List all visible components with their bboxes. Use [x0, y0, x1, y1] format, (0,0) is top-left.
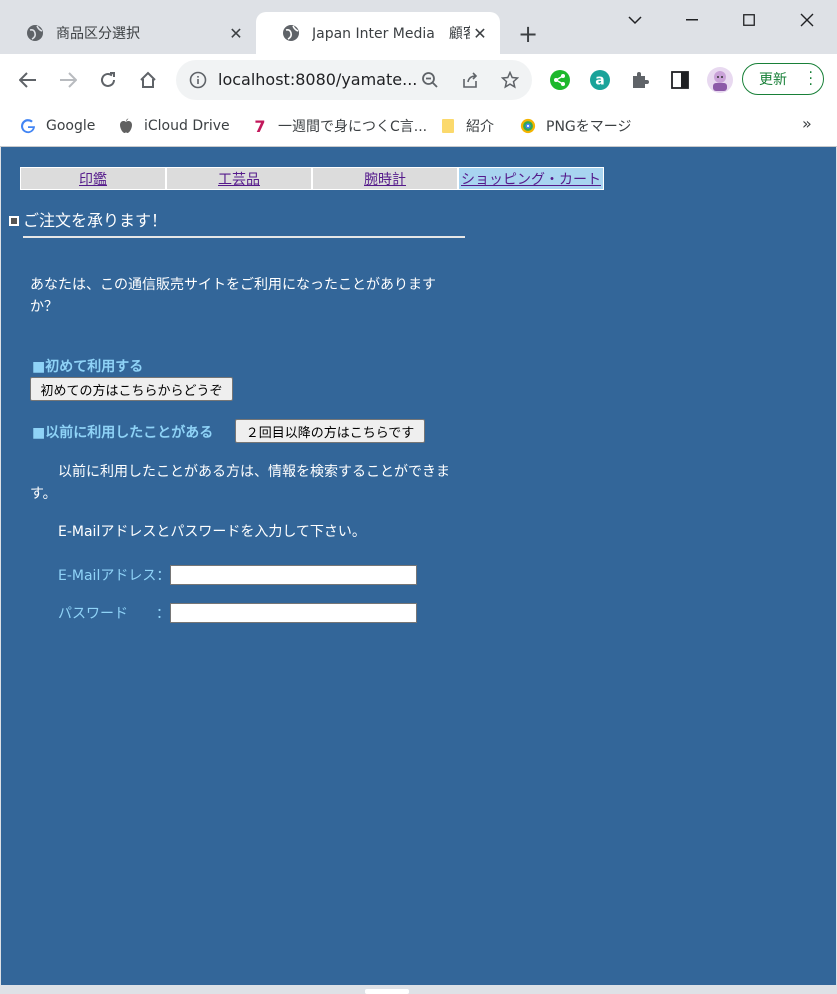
seven-icon: 7: [254, 116, 266, 136]
info-icon[interactable]: [188, 70, 208, 90]
bookmark-label: Google: [46, 118, 96, 134]
folder-icon: [440, 118, 456, 134]
url-text: localhost:8080/yamate...: [218, 70, 418, 89]
bookmark-google[interactable]: Google: [20, 114, 95, 138]
reload-icon[interactable]: [94, 66, 122, 94]
page-title: ご注文を承ります！: [9, 207, 167, 231]
forward-icon[interactable]: [54, 66, 82, 94]
bookmark-label: PNGをマージ: [546, 119, 632, 135]
email-field[interactable]: [170, 565, 417, 585]
scrollbar-thumb[interactable]: [365, 989, 409, 994]
home-icon[interactable]: [134, 66, 162, 94]
usage-question: あなたは、この通信販売サイトをご利用になったことがありますか？: [30, 277, 436, 315]
menu-item-crafts[interactable]: 工芸品: [166, 167, 312, 190]
puzzle-icon[interactable]: [628, 68, 652, 92]
returning-button[interactable]: ２回目以降の方はこちらです: [235, 419, 425, 443]
browser-toolbar: localhost:8080/yamate... a 更新 · · ·: [0, 54, 837, 106]
page-title-text: ご注文を承ります！: [23, 211, 168, 230]
share-extension-icon[interactable]: [548, 68, 572, 92]
minimize-icon[interactable]: [664, 0, 720, 40]
tab-japan-inter-media[interactable]: Japan Inter Media 顧客 ✕: [256, 12, 500, 54]
address-bar[interactable]: localhost:8080/yamate...: [176, 60, 532, 100]
tab-strip: 商品区分選択 ✕ Japan Inter Media 顧客 ✕ +: [0, 0, 837, 54]
password-label: パスワード ：: [58, 606, 170, 622]
avatar[interactable]: [706, 66, 734, 94]
menu-item-inkan[interactable]: 印鑑: [20, 167, 166, 190]
globe-icon: [282, 24, 300, 42]
bookmark-png-merge[interactable]: PNGをマージ: [520, 114, 631, 138]
bookmark-label: iCloud Drive: [144, 118, 230, 134]
bookmark-label: 一週間で身につくC言...: [278, 119, 428, 135]
update-button[interactable]: 更新 · · ·: [742, 63, 824, 95]
update-label: 更新: [759, 72, 787, 88]
first-time-label: ■初めて利用する: [32, 359, 144, 375]
globe-icon: [26, 24, 44, 42]
bookmarks-bar: Google iCloud Drive 7 一週間で身につくC言... 紹介 P…: [0, 106, 837, 147]
a-extension-icon[interactable]: a: [588, 68, 612, 92]
returning-label: ■以前に利用したことがある: [32, 425, 214, 441]
close-icon[interactable]: [779, 0, 835, 40]
bookmark-icloud-drive[interactable]: iCloud Drive: [118, 114, 230, 138]
sidepanel-icon[interactable]: [668, 68, 692, 92]
horizontal-scrollbar[interactable]: [0, 985, 837, 994]
star-icon[interactable]: [500, 70, 520, 90]
category-menu: 印鑑 工芸品 腕時計 ショッピング・カート: [20, 167, 604, 190]
search-note: 以前に利用したことがある方は、情報を検索することができます。: [30, 464, 450, 502]
plus-icon[interactable]: +: [514, 20, 542, 48]
png-merge-icon: [520, 118, 536, 134]
tab-product-category[interactable]: 商品区分選択 ✕: [0, 12, 256, 54]
menu-item-watches[interactable]: 腕時計: [312, 167, 458, 190]
login-instruction: E-Mailアドレスとパスワードを入力して下さい。: [58, 524, 366, 540]
first-time-button[interactable]: 初めての方はこちらからどうぞ: [30, 377, 233, 401]
page-content: 印鑑 工芸品 腕時計 ショッピング・カート ご注文を承ります！ あなたは、この通…: [1, 147, 836, 985]
close-tab-icon[interactable]: ✕: [470, 23, 490, 43]
divider: [23, 236, 465, 238]
apple-icon: [118, 118, 134, 134]
back-icon[interactable]: [14, 66, 42, 94]
close-tab-icon[interactable]: ✕: [226, 23, 246, 43]
maximize-icon[interactable]: [721, 0, 777, 40]
email-label: E-Mailアドレス：: [58, 568, 171, 584]
tab-title: 商品区分選択: [56, 26, 140, 42]
bookmark-label: 紹介: [466, 119, 494, 135]
bookmark-folder-shoukai[interactable]: 紹介: [440, 114, 494, 138]
bookmark-c-language[interactable]: 7 一週間で身につくC言...: [252, 114, 427, 138]
zoom-icon[interactable]: [420, 70, 440, 90]
tab-title: Japan Inter Media 顧客: [312, 26, 470, 42]
google-icon: [20, 118, 36, 134]
password-field[interactable]: [170, 603, 417, 623]
broken-image-icon: [9, 216, 19, 226]
menu-item-shopping-cart[interactable]: ショッピング・カート: [458, 167, 604, 190]
menu-dots-icon[interactable]: · · ·: [809, 66, 813, 92]
chevron-down-icon[interactable]: [607, 0, 663, 40]
svg-text:a: a: [595, 73, 604, 89]
share-icon[interactable]: [460, 70, 480, 90]
bookmarks-more-button[interactable]: »: [802, 114, 812, 133]
